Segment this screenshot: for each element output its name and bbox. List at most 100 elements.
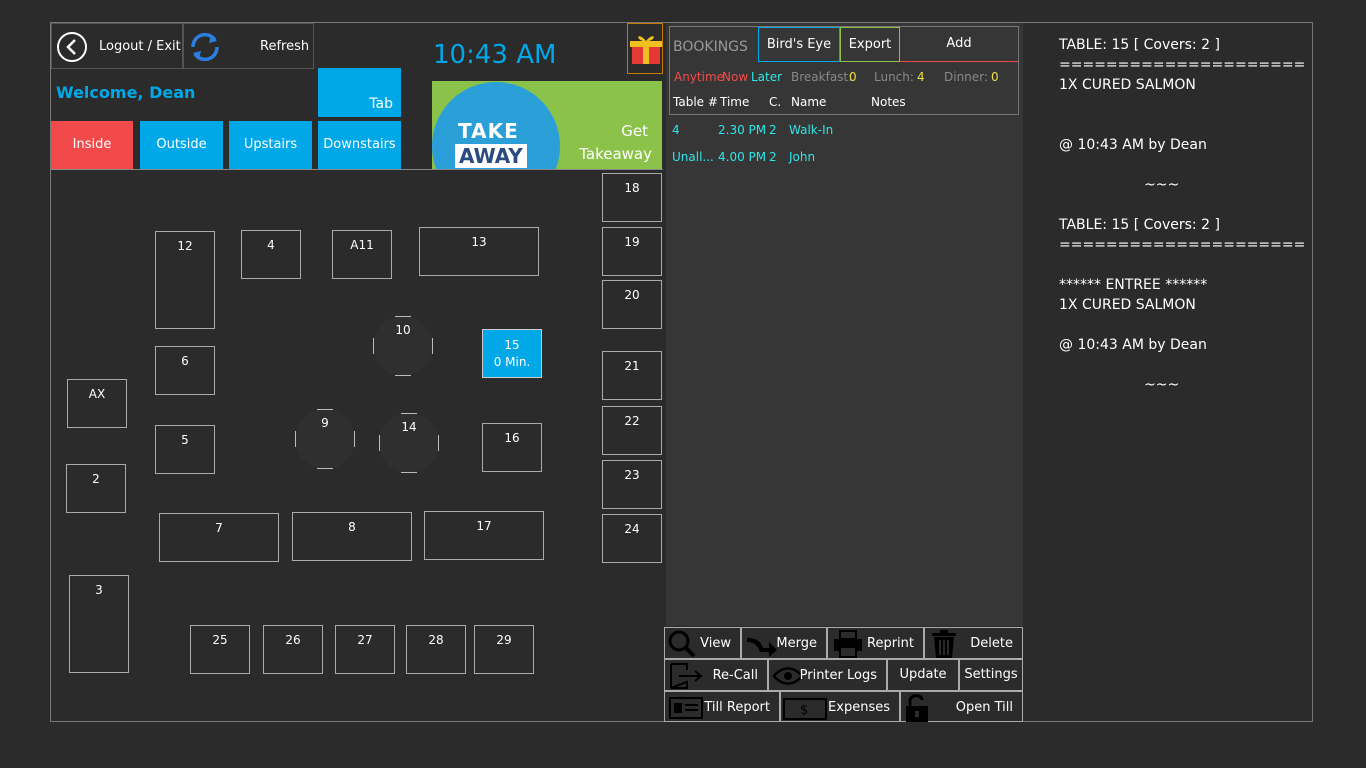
recall-icon [670,663,703,689]
tab-label: Tab [369,96,393,112]
till-report-button[interactable]: Till Report [664,691,780,722]
dinner-label: Dinner: [944,70,988,84]
birds-eye-button[interactable]: Bird's Eye [758,27,840,62]
ticket-line: ~~~ [1144,377,1180,393]
recall-button[interactable]: Re-Call [664,659,768,691]
table-ax[interactable]: AX [67,379,127,428]
expenses-button[interactable]: $ Expenses [780,691,900,722]
table-5[interactable]: 5 [155,425,215,474]
filter-now[interactable]: Now [722,70,748,84]
open-till-label: Open Till [955,700,1013,715]
add-booking-button[interactable]: Add [900,27,1018,62]
takeaway-line1: Get [621,122,648,140]
table-6[interactable]: 6 [155,346,215,395]
delete-label: Delete [970,636,1013,651]
dinner-count: 0 [991,70,999,84]
ticket-line: @ 10:43 AM by Dean [1059,137,1207,153]
ticket-line: TABLE: 15 [ Covers: 2 ] [1059,37,1220,53]
col-covers: C. [769,95,782,109]
table-25[interactable]: 25 [190,625,250,674]
booking-table: 4 [672,123,680,137]
svg-text:$: $ [800,703,808,718]
table-19[interactable]: 19 [602,227,662,276]
export-button[interactable]: Export [840,27,900,62]
table-12[interactable]: 12 [155,231,215,329]
ticket-line: ===================== [1059,237,1306,253]
printer-icon [834,630,862,658]
ticket-line: ****** ENTREE ****** [1059,277,1208,293]
recall-label: Re-Call [712,668,758,683]
table-29[interactable]: 29 [474,625,534,674]
table-a11[interactable]: A11 [332,230,392,279]
search-icon [668,630,696,658]
table-23[interactable]: 23 [602,460,662,509]
table-13[interactable]: 13 [419,227,539,276]
booking-name: Walk-In [789,123,834,137]
ticket-line: 1X CURED SALMON [1059,77,1196,93]
table-7[interactable]: 7 [159,513,279,562]
booking-covers: 2 [769,123,777,137]
booking-row[interactable]: 4 2.30 PM 2 Walk-In [669,120,1019,142]
refresh-icon [191,32,219,62]
report-icon [669,697,703,719]
expenses-label: Expenses [828,700,890,715]
table-17[interactable]: 17 [424,511,544,560]
delete-button[interactable]: Delete [924,627,1023,659]
refresh-label: Refresh [260,39,310,54]
printer-logs-button[interactable]: Printer Logs [768,659,887,691]
table-4[interactable]: 4 [241,230,301,279]
booking-row[interactable]: Unall... 4.00 PM 2 John [669,147,1019,169]
takeaway-logo-bottom: AWAY [455,144,527,168]
room-inside[interactable]: Inside [51,121,133,169]
booking-time: 4.00 PM [718,150,767,164]
lunch-count: 4 [917,70,925,84]
table-3[interactable]: 3 [69,575,129,673]
merge-arrow-icon [747,638,777,657]
filter-anytime[interactable]: Anytime [674,70,724,84]
ticket-line: TABLE: 15 [ Covers: 2 ] [1059,217,1220,233]
table-15-active[interactable]: 15 0 Min. [482,329,542,378]
room-outside[interactable]: Outside [140,121,223,169]
table-21[interactable]: 21 [602,351,662,400]
gift-icon [630,36,662,64]
table-27[interactable]: 27 [335,625,395,674]
table-20[interactable]: 20 [602,280,662,329]
table-2[interactable]: 2 [66,464,126,513]
room-upstairs[interactable]: Upstairs [229,121,312,169]
takeaway-button[interactable]: TAKE AWAY Get Takeaway [432,81,662,169]
refresh-button[interactable]: Refresh [183,23,314,69]
table-15-label: 15 [504,338,520,352]
update-button[interactable]: Update [887,659,959,691]
settings-button[interactable]: Settings [959,659,1023,691]
view-button[interactable]: View [664,627,741,659]
col-time: Time [720,95,750,109]
merge-button[interactable]: Merge [741,627,827,659]
room-downstairs[interactable]: Downstairs [318,121,401,169]
trash-icon [932,630,956,658]
ticket-line: @ 10:43 AM by Dean [1059,337,1207,353]
welcome-text: Welcome, Dean [56,83,196,102]
table-18[interactable]: 18 [602,173,662,222]
reprint-button[interactable]: Reprint [827,627,924,659]
table-15-timer: 0 Min. [493,355,531,369]
tab-button[interactable]: Tab [318,68,401,117]
clock: 10:43 AM [433,40,557,70]
till-report-label: Till Report [704,700,770,715]
takeaway-logo: TAKE AWAY [432,82,560,169]
table-24[interactable]: 24 [602,514,662,563]
table-9-chairs [295,409,355,469]
col-notes: Notes [871,95,906,109]
table-16[interactable]: 16 [482,423,542,472]
open-till-button[interactable]: Open Till [900,691,1023,722]
filter-later[interactable]: Later [751,70,782,84]
bookings-title: BOOKINGS [673,39,748,55]
table-26[interactable]: 26 [263,625,323,674]
booking-covers: 2 [769,150,777,164]
merge-label: Merge [776,636,817,651]
table-28[interactable]: 28 [406,625,466,674]
logout-button[interactable]: Logout / Exit [51,23,183,69]
gift-button[interactable] [627,23,663,74]
table-8[interactable]: 8 [292,512,412,561]
table-22[interactable]: 22 [602,406,662,455]
view-label: View [700,636,731,651]
